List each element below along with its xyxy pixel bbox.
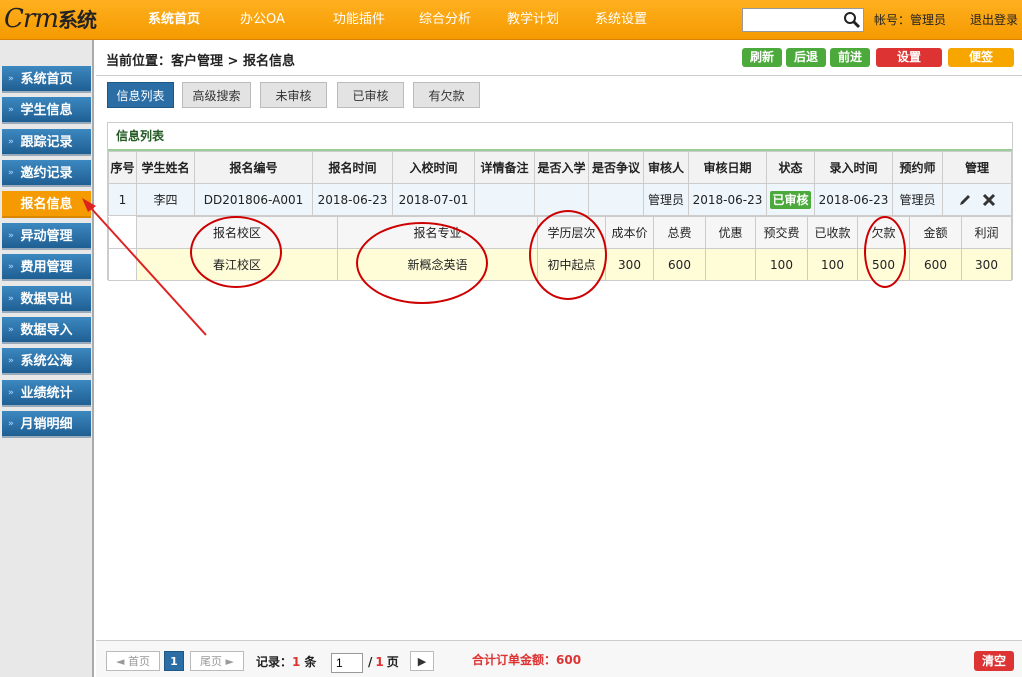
annotation-arrow [82,198,207,336]
